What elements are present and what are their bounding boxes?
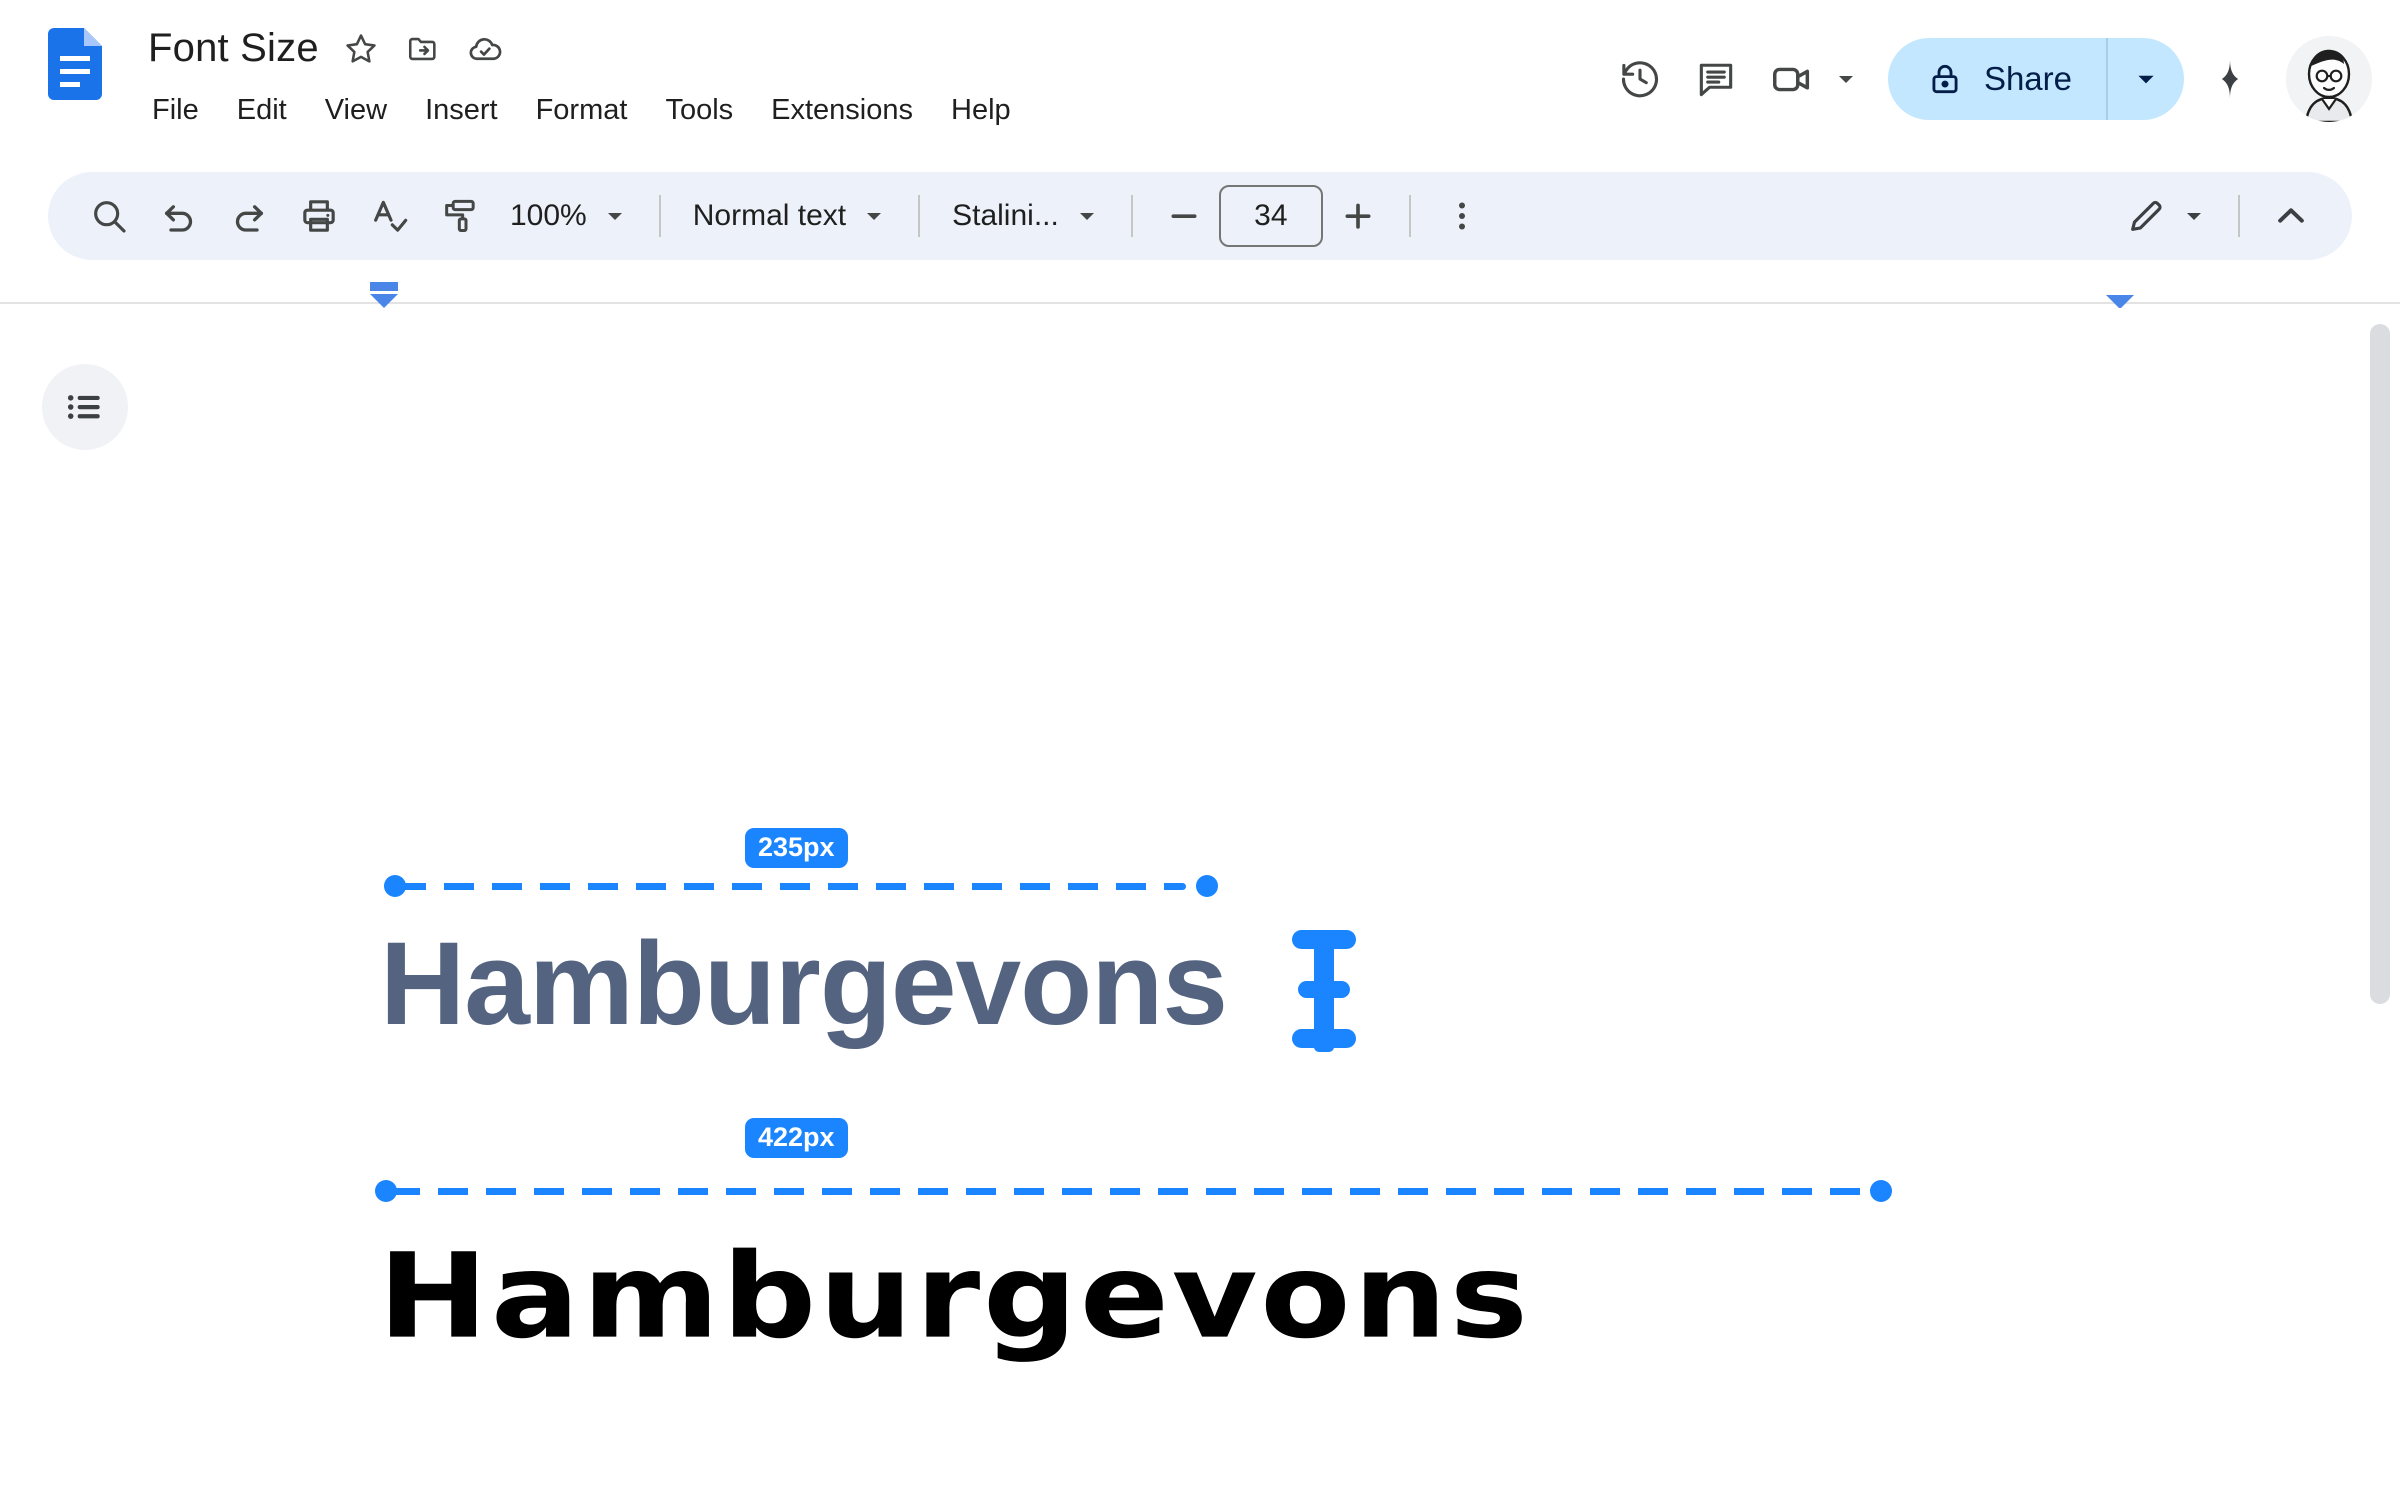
chevron-down-icon[interactable] (1834, 67, 1858, 91)
menu-item-view[interactable]: View (306, 88, 406, 133)
zoom-level-label: 100% (510, 199, 587, 232)
i-beam-cursor (1284, 926, 1364, 1061)
toolbar-divider (1408, 195, 1411, 237)
spellcheck-icon[interactable] (354, 181, 424, 251)
font-family-dropdown[interactable]: Stalini... (936, 185, 1115, 247)
font-size-input[interactable]: 34 (1218, 185, 1323, 247)
text-style-dropdown[interactable]: Normal text (677, 185, 902, 247)
video-camera-icon[interactable] (1754, 41, 1830, 117)
search-icon[interactable] (74, 181, 144, 251)
chevron-down-icon (2138, 75, 2154, 84)
measurement-line-2 (390, 1188, 1872, 1195)
measurement-badge-1: 235px (745, 828, 848, 868)
move-to-folder-icon[interactable] (403, 29, 443, 69)
toolbar-divider (658, 195, 661, 237)
sparkle-icon[interactable] (2192, 41, 2268, 117)
measurement-endpoint-left-2 (375, 1180, 397, 1202)
google-docs-icon[interactable] (48, 28, 102, 100)
page-title[interactable]: Font Size (148, 26, 319, 71)
menu-item-help[interactable]: Help (932, 88, 1030, 133)
measurement-endpoint-right-2 (1870, 1180, 1892, 1202)
edit-mode-dropdown[interactable] (2110, 185, 2222, 247)
share-button[interactable]: Share (1887, 38, 2184, 120)
zoom-dropdown[interactable]: 100% (494, 185, 643, 247)
print-icon[interactable] (284, 181, 354, 251)
join-call-button[interactable] (1754, 41, 1858, 117)
menu-item-extensions[interactable]: Extensions (752, 88, 932, 133)
star-icon[interactable] (341, 29, 381, 69)
share-label: Share (1983, 60, 2072, 97)
minus-icon (1171, 214, 1197, 218)
app-header: Font Size File Edit View Insert Format T… (0, 0, 2400, 158)
paint-format-icon[interactable] (424, 181, 494, 251)
share-main-action[interactable]: Share (1888, 38, 2108, 120)
toolbar-divider (918, 195, 921, 237)
font-family-label: Stalini... (952, 199, 1059, 232)
vertical-scrollbar[interactable] (2370, 324, 2390, 1004)
header-actions: Share (1602, 0, 2400, 158)
measurement-endpoint-left-1 (384, 875, 406, 897)
measurement-line-1 (396, 883, 1186, 890)
more-vertical-icon[interactable] (1427, 181, 1497, 251)
ruler-track (0, 302, 2400, 304)
document-outline-icon[interactable] (42, 364, 128, 450)
chevron-down-icon (607, 213, 622, 220)
sample-text-display-font[interactable]: Hamburgevons (378, 1228, 1531, 1365)
undo-icon[interactable] (144, 181, 214, 251)
version-history-icon[interactable] (1602, 41, 1678, 117)
menu-item-insert[interactable]: Insert (406, 88, 517, 133)
comment-icon[interactable] (1678, 41, 1754, 117)
document-title-row: Font Size (148, 26, 505, 71)
chevron-down-icon (867, 213, 882, 220)
share-dropdown-button[interactable] (2108, 38, 2184, 120)
redo-icon[interactable] (214, 181, 284, 251)
lock-icon (1932, 64, 1958, 94)
chevron-up-icon[interactable] (2256, 181, 2326, 251)
toolbar-divider (1130, 195, 1133, 237)
menu-bar: File Edit View Insert Format Tools Exten… (148, 88, 1030, 133)
avatar[interactable] (2286, 36, 2372, 122)
pencil-icon (2131, 200, 2162, 231)
menu-item-tools[interactable]: Tools (646, 88, 752, 133)
document-canvas: 235px Hamburgevons 422px Hamburgevons (0, 308, 2400, 1500)
chevron-down-icon (2187, 213, 2201, 220)
text-style-label: Normal text (692, 199, 847, 232)
toolbar-divider (2238, 195, 2240, 237)
plus-icon (1345, 203, 1371, 229)
ruler[interactable] (0, 282, 2400, 309)
measurement-badge-2: 422px (745, 1118, 848, 1158)
chevron-down-icon (1079, 213, 1094, 220)
menu-item-file[interactable]: File (148, 88, 218, 133)
menu-item-format[interactable]: Format (517, 88, 647, 133)
measurement-endpoint-right-1 (1196, 875, 1218, 897)
menu-item-edit[interactable]: Edit (218, 88, 306, 133)
increase-font-size-button[interactable] (1323, 181, 1393, 251)
cloud-saved-icon[interactable] (465, 29, 505, 69)
decrease-font-size-button[interactable] (1149, 181, 1219, 251)
sample-text-default-font[interactable]: Hamburgevons (380, 916, 1228, 1052)
formatting-toolbar: 100% Normal text Stalini... 34 (48, 172, 2352, 260)
